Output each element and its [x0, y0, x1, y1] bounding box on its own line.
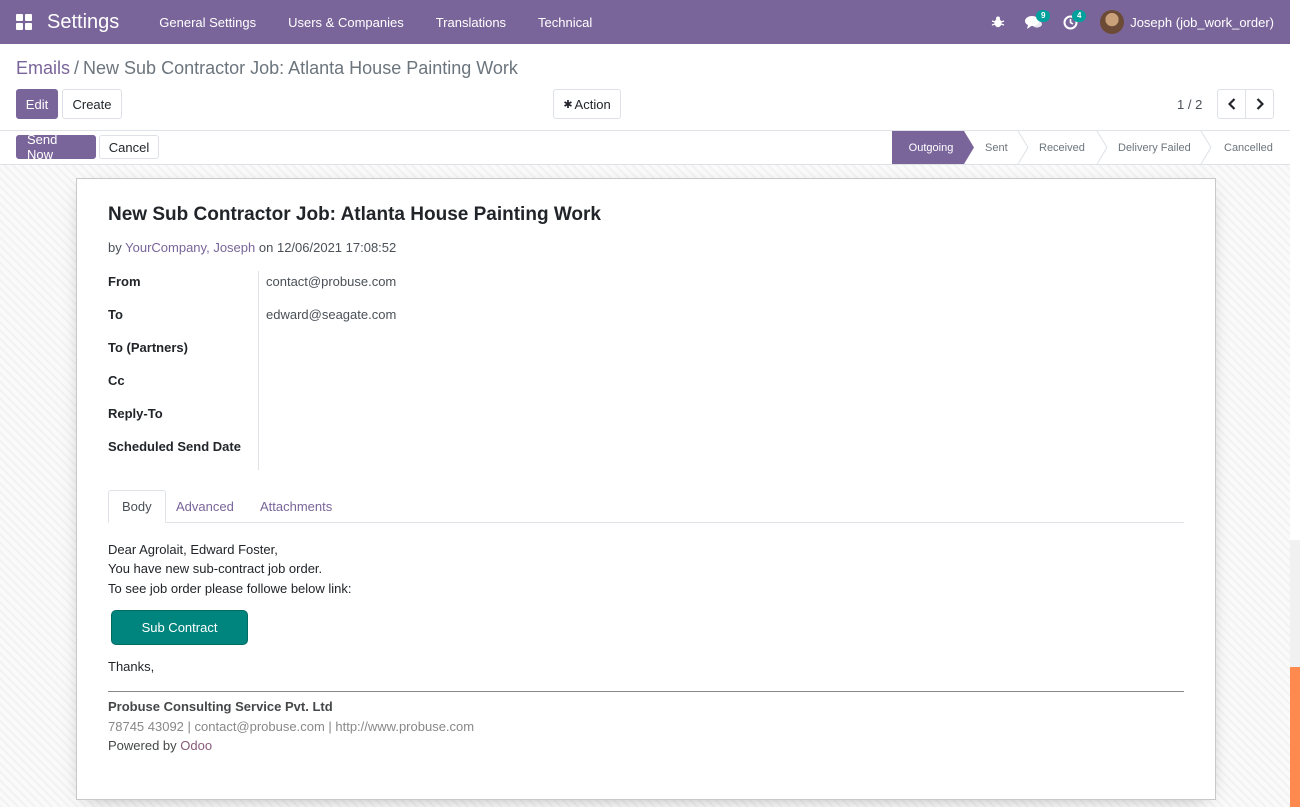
- control-panel: Emails / New Sub Contractor Job: Atlanta H…: [0, 44, 1290, 131]
- field-label-from: From: [108, 274, 141, 289]
- field-label-to-partners: To (Partners): [108, 340, 188, 355]
- powered-by-prefix: Powered by: [108, 738, 177, 753]
- body-line-closing: Thanks,: [108, 659, 155, 674]
- odoo-link[interactable]: Odoo: [180, 738, 212, 753]
- menu-general-settings[interactable]: General Settings: [143, 0, 272, 44]
- cancel-button[interactable]: Cancel: [99, 135, 159, 159]
- action-button[interactable]: ✱ Action: [553, 89, 621, 119]
- stage-outgoing: Outgoing: [908, 141, 954, 154]
- signature-divider: [108, 691, 1184, 692]
- messages-badge: 9: [1036, 10, 1051, 22]
- bug-icon[interactable]: [980, 0, 1016, 44]
- activities-badge: 4: [1072, 10, 1087, 22]
- sub-contract-button[interactable]: Sub Contract: [111, 610, 248, 645]
- breadcrumb-emails[interactable]: Emails: [16, 58, 70, 78]
- pager-previous-button[interactable]: [1217, 89, 1246, 119]
- avatar: [1100, 10, 1125, 34]
- gear-icon: ✱: [563, 98, 573, 111]
- signature-contact: 78745 43092 | contact@probuse.com | http…: [108, 719, 475, 734]
- breadcrumb-separator: /: [74, 58, 80, 78]
- messages-icon[interactable]: 9: [1016, 0, 1052, 44]
- app-title[interactable]: Settings: [47, 11, 119, 34]
- activities-icon[interactable]: 4: [1052, 0, 1088, 44]
- notebook-tabs: Body Advanced Attachments: [108, 490, 1184, 523]
- author-separator: ,: [206, 240, 210, 255]
- menu-translations[interactable]: Translations: [420, 0, 522, 44]
- menu-users-companies[interactable]: Users & Companies: [272, 0, 420, 44]
- stage-delivery-failed: Delivery Failed: [1118, 141, 1191, 154]
- chevron-left-icon: [1227, 98, 1235, 110]
- field-label-scheduled-send-date: Scheduled Send Date: [108, 439, 241, 454]
- top-navbar: Settings General Settings Users & Compan…: [0, 0, 1290, 44]
- tab-body[interactable]: Body: [108, 490, 166, 523]
- pager-value[interactable]: 1 / 2: [1177, 97, 1202, 112]
- field-value-from: contact@probuse.com: [266, 274, 397, 289]
- stage-sent: Sent: [985, 141, 1008, 154]
- author-name-link[interactable]: Joseph: [213, 240, 255, 255]
- send-now-button[interactable]: Send Now: [16, 132, 96, 162]
- body-line-notice: You have new sub-contract job order.: [108, 561, 323, 576]
- scrollbar-top: [1290, 0, 1300, 540]
- apps-menu-icon[interactable]: [0, 0, 48, 44]
- stage-received: Received: [1039, 141, 1085, 154]
- chevron-right-icon: [1256, 98, 1264, 110]
- email-date: 12/06/2021 17:08:52: [276, 240, 397, 255]
- field-value-to: edward@seagate.com: [266, 307, 397, 322]
- create-button[interactable]: Create: [62, 89, 122, 119]
- date-prefix: on: [258, 240, 274, 255]
- author-company-link[interactable]: YourCompany: [125, 240, 206, 255]
- tab-advanced[interactable]: Advanced: [163, 490, 247, 523]
- email-subject: New Sub Contractor Job: Atlanta House Pa…: [108, 204, 601, 225]
- body-line-instruction: To see job order please followe below li…: [108, 581, 352, 596]
- body-line-greeting: Dear Agrolait, Edward Foster,: [108, 542, 278, 557]
- user-menu[interactable]: Joseph (job_work_order): [1100, 10, 1290, 34]
- field-label-reply-to: Reply-To: [108, 406, 163, 421]
- email-form-sheet: New Sub Contractor Job: Atlanta House Pa…: [76, 178, 1216, 800]
- field-label-to: To: [108, 307, 123, 322]
- by-prefix: by: [108, 240, 122, 255]
- breadcrumb-current: New Sub Contractor Job: Atlanta House Pa…: [83, 58, 518, 78]
- field-label-cc: Cc: [108, 373, 125, 388]
- status-bar: Send Now Cancel Outgoing Sent Received D…: [0, 131, 1290, 165]
- field-divider: [258, 271, 259, 470]
- powered-by: Powered by Odoo: [108, 738, 212, 753]
- user-name: Joseph (job_work_order): [1130, 14, 1274, 30]
- edit-button[interactable]: Edit: [16, 89, 58, 119]
- tab-attachments[interactable]: Attachments: [247, 490, 345, 523]
- breadcrumb: Emails / New Sub Contractor Job: Atlanta H…: [16, 58, 518, 79]
- stage-cancelled: Cancelled: [1224, 141, 1273, 154]
- signature-company: Probuse Consulting Service Pvt. Ltd: [108, 699, 333, 714]
- action-label: Action: [574, 96, 611, 112]
- email-byline: by YourCompany, Joseph on 12/06/2021 17:…: [108, 240, 396, 255]
- pager-next-button[interactable]: [1245, 89, 1274, 119]
- scrollbar-thumb[interactable]: [1290, 540, 1300, 667]
- menu-technical[interactable]: Technical: [522, 0, 608, 44]
